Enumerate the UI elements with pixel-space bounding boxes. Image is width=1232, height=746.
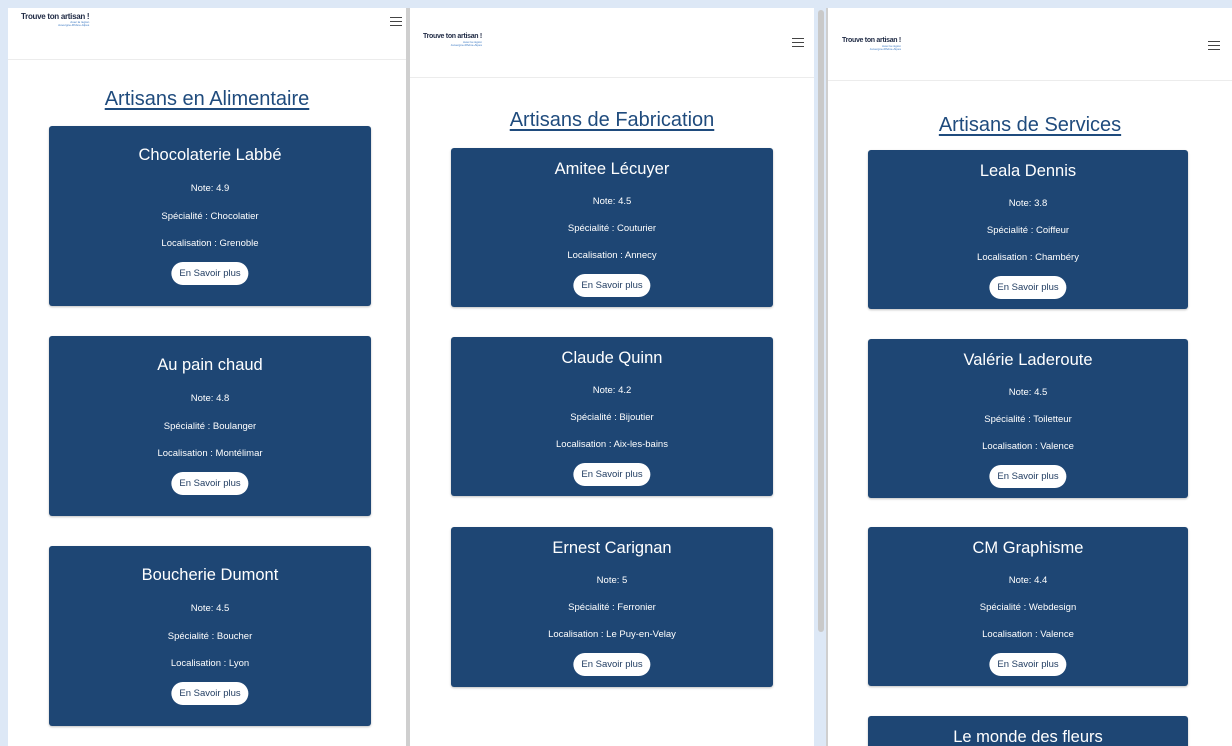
artisan-note: Note: 4.5	[1008, 387, 1048, 398]
artisan-note: Note: 4.8	[190, 393, 230, 404]
site-header: Trouve ton artisan ! Avec la région Auve…	[828, 8, 1232, 81]
en-savoir-plus-button[interactable]: En Savoir plus	[989, 465, 1067, 488]
artisan-card: Ernest Carignan Note: 5 Spécialité : Fer…	[451, 527, 773, 687]
site-header: Trouve ton artisan ! Avec la région Auve…	[410, 8, 814, 78]
artisan-specialite: Spécialité : Boulanger	[163, 421, 257, 432]
artisan-note: Note: 4.4	[1008, 575, 1048, 586]
artisan-name: Leala Dennis	[979, 162, 1077, 180]
artisan-specialite: Spécialité : Coiffeur	[986, 225, 1070, 236]
artisan-card: Claude Quinn Note: 4.2 Spécialité : Bijo…	[451, 337, 773, 496]
artisan-note: Note: 4.5	[592, 196, 632, 207]
artisan-note: Note: 3.8	[1008, 198, 1048, 209]
section-title: Artisans de Fabrication	[509, 109, 715, 131]
artisan-localisation: Localisation : Aix-les-bains	[556, 439, 668, 450]
section-title: Artisans de Services	[938, 114, 1122, 136]
artisan-name: Chocolaterie Labbé	[138, 146, 282, 164]
en-savoir-plus-button[interactable]: En Savoir plus	[171, 682, 249, 705]
artisan-specialite: Spécialité : Webdesign	[979, 602, 1077, 613]
panel-alimentaire: Trouve ton artisan ! Avec la région Auve…	[8, 8, 406, 746]
artisan-card: Chocolaterie Labbé Note: 4.9 Spécialité …	[49, 126, 371, 306]
site-header: Trouve ton artisan ! Avec la région Auve…	[8, 8, 406, 60]
artisan-localisation: Localisation : Le Puy-en-Velay	[548, 629, 676, 640]
artisan-name: Le monde des fleurs	[953, 728, 1103, 746]
hamburger-menu-icon[interactable]	[792, 38, 804, 48]
artisan-specialite: Spécialité : Chocolatier	[161, 211, 259, 222]
artisan-card: Valérie Laderoute Note: 4.5 Spécialité :…	[868, 339, 1188, 498]
artisan-card: Au pain chaud Note: 4.8 Spécialité : Bou…	[49, 336, 371, 516]
site-logo[interactable]: Trouve ton artisan ! Avec la région Auve…	[423, 32, 482, 48]
artisan-specialite: Spécialité : Bijoutier	[570, 412, 654, 423]
artisan-localisation: Localisation : Montélimar	[157, 448, 263, 459]
artisan-note: Note: 4.9	[190, 183, 230, 194]
artisan-note: Note: 4.5	[190, 603, 230, 614]
site-logo[interactable]: Trouve ton artisan ! Avec la région Auve…	[842, 36, 901, 52]
site-logo[interactable]: Trouve ton artisan ! Avec la région Auve…	[21, 12, 90, 28]
artisan-specialite: Spécialité : Ferronier	[568, 602, 656, 613]
en-savoir-plus-button[interactable]: En Savoir plus	[989, 276, 1067, 299]
vertical-scrollbar[interactable]	[818, 10, 824, 632]
hamburger-menu-icon[interactable]	[1208, 41, 1220, 51]
en-savoir-plus-button[interactable]: En Savoir plus	[171, 262, 249, 285]
artisan-card: Leala Dennis Note: 3.8 Spécialité : Coif…	[868, 150, 1188, 309]
artisan-note: Note: 5	[596, 575, 628, 586]
section-title: Artisans en Alimentaire	[104, 88, 310, 110]
artisan-localisation: Localisation : Chambéry	[977, 252, 1079, 263]
panel-services: Trouve ton artisan ! Avec la région Auve…	[828, 8, 1232, 746]
artisan-name: Valérie Laderoute	[963, 351, 1093, 369]
artisan-name: Au pain chaud	[157, 356, 263, 374]
artisan-localisation: Localisation : Annecy	[567, 250, 657, 261]
artisan-name: Boucherie Dumont	[141, 566, 279, 584]
artisan-localisation: Localisation : Lyon	[170, 658, 250, 669]
artisan-name: Amitee Lécuyer	[554, 160, 670, 178]
artisan-card: Boucherie Dumont Note: 4.5 Spécialité : …	[49, 546, 371, 726]
artisan-specialite: Spécialité : Couturier	[567, 223, 657, 234]
artisan-name: CM Graphisme	[972, 539, 1084, 557]
artisan-localisation: Localisation : Valence	[982, 629, 1074, 640]
panel-fabrication: Trouve ton artisan ! Avec la région Auve…	[410, 8, 814, 746]
en-savoir-plus-button[interactable]: En Savoir plus	[573, 274, 651, 297]
artisan-localisation: Localisation : Valence	[982, 441, 1074, 452]
artisan-specialite: Spécialité : Toiletteur	[984, 414, 1072, 425]
artisan-card: Le monde des fleurs	[868, 716, 1188, 746]
artisan-specialite: Spécialité : Boucher	[167, 631, 253, 642]
en-savoir-plus-button[interactable]: En Savoir plus	[573, 653, 651, 676]
artisan-card: Amitee Lécuyer Note: 4.5 Spécialité : Co…	[451, 148, 773, 307]
artisan-name: Ernest Carignan	[552, 539, 672, 557]
artisan-card: CM Graphisme Note: 4.4 Spécialité : Webd…	[868, 527, 1188, 686]
en-savoir-plus-button[interactable]: En Savoir plus	[989, 653, 1067, 676]
hamburger-menu-icon[interactable]	[390, 17, 402, 27]
artisan-localisation: Localisation : Grenoble	[161, 238, 259, 249]
artisan-name: Claude Quinn	[561, 349, 663, 367]
en-savoir-plus-button[interactable]: En Savoir plus	[171, 472, 249, 495]
artisan-note: Note: 4.2	[592, 385, 632, 396]
en-savoir-plus-button[interactable]: En Savoir plus	[573, 463, 651, 486]
